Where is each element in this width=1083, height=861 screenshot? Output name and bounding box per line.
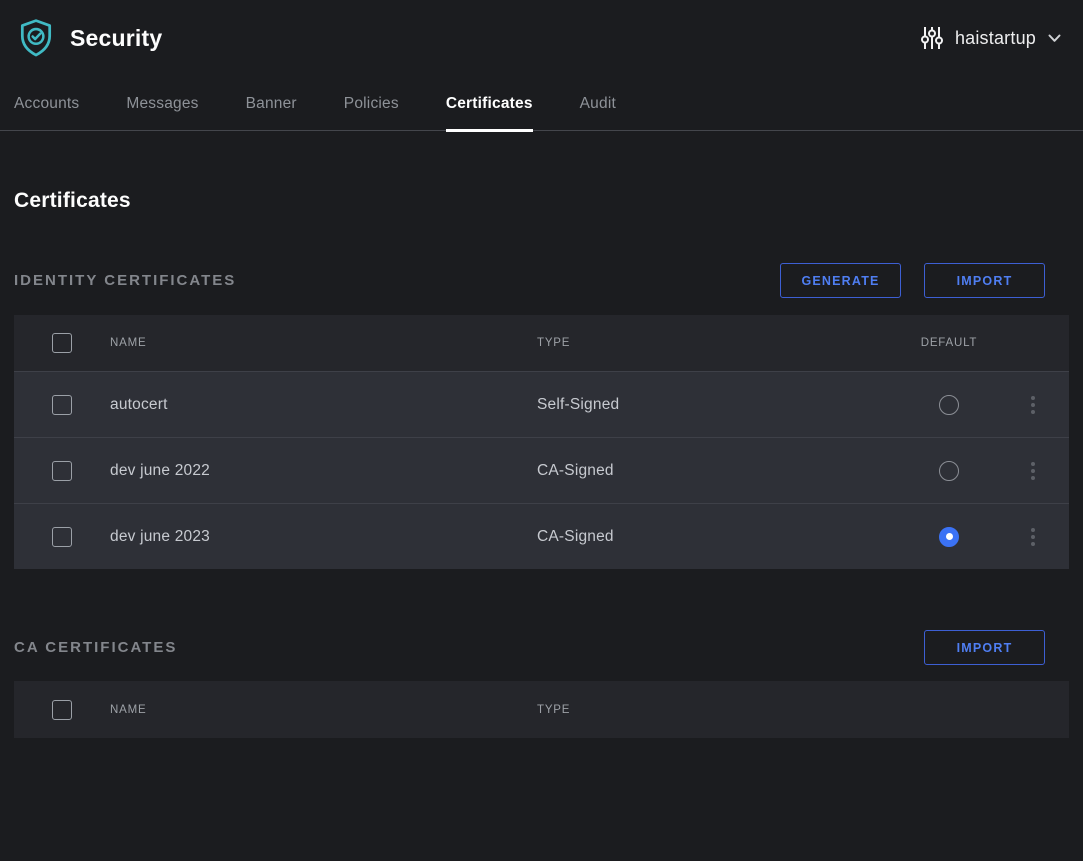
row-checkbox[interactable] xyxy=(52,527,72,547)
cert-type: CA-Signed xyxy=(523,528,901,546)
table-row-dev-june-2023: dev june 2023 CA-Signed xyxy=(14,503,1069,569)
default-radio[interactable] xyxy=(939,395,959,415)
tab-policies[interactable]: Policies xyxy=(344,95,399,130)
cert-type: CA-Signed xyxy=(523,462,901,480)
column-header-default: DEFAULT xyxy=(901,337,997,349)
cert-name: dev june 2022 xyxy=(96,462,523,480)
ca-certificates-table: NAME TYPE xyxy=(14,681,1069,738)
org-switcher[interactable]: haistartup xyxy=(921,25,1065,51)
certificates-page: Certificates IDENTITY CERTIFICATES GENER… xyxy=(0,189,1083,738)
generate-button[interactable]: GENERATE xyxy=(780,263,901,298)
app-header: Security haistartup xyxy=(0,0,1083,60)
tab-messages[interactable]: Messages xyxy=(126,95,198,130)
identity-certificates-table: NAME TYPE DEFAULT autocert Self-Signed d… xyxy=(14,315,1069,569)
ca-certificates-title: CA CERTIFICATES xyxy=(14,639,177,656)
shield-check-icon xyxy=(18,18,54,58)
table-row-dev-june-2022: dev june 2022 CA-Signed xyxy=(14,437,1069,503)
column-header-type: TYPE xyxy=(523,704,1069,716)
table-header-row: NAME TYPE xyxy=(14,681,1069,738)
tab-audit[interactable]: Audit xyxy=(580,95,616,130)
page-title: Certificates xyxy=(14,189,1069,213)
ca-certificates-section: CA CERTIFICATES IMPORT NAME TYPE xyxy=(14,630,1069,738)
org-name: haistartup xyxy=(955,28,1036,49)
column-header-name: NAME xyxy=(96,337,523,349)
cert-name: dev june 2023 xyxy=(96,528,523,546)
app-branding: Security xyxy=(18,18,162,58)
sliders-icon xyxy=(921,25,943,51)
default-radio[interactable] xyxy=(939,461,959,481)
tab-banner[interactable]: Banner xyxy=(246,95,297,130)
import-ca-button[interactable]: IMPORT xyxy=(924,630,1045,665)
column-header-type: TYPE xyxy=(523,337,901,349)
kebab-menu-icon[interactable] xyxy=(997,396,1069,414)
column-header-name: NAME xyxy=(96,704,523,716)
kebab-menu-icon[interactable] xyxy=(997,462,1069,480)
select-all-checkbox[interactable] xyxy=(52,333,72,353)
identity-certificates-title: IDENTITY CERTIFICATES xyxy=(14,272,236,289)
table-row-autocert: autocert Self-Signed xyxy=(14,371,1069,437)
app-title: Security xyxy=(70,25,162,52)
import-identity-button[interactable]: IMPORT xyxy=(924,263,1045,298)
cert-type: Self-Signed xyxy=(523,396,901,414)
kebab-menu-icon[interactable] xyxy=(997,528,1069,546)
identity-certificates-section: IDENTITY CERTIFICATES GENERATE IMPORT NA… xyxy=(14,263,1069,569)
table-header-row: NAME TYPE DEFAULT xyxy=(14,315,1069,371)
default-radio[interactable] xyxy=(939,527,959,547)
row-checkbox[interactable] xyxy=(52,461,72,481)
row-checkbox[interactable] xyxy=(52,395,72,415)
tab-certificates[interactable]: Certificates xyxy=(446,95,533,130)
tab-bar: Accounts Messages Banner Policies Certif… xyxy=(0,60,1083,131)
cert-name: autocert xyxy=(96,396,523,414)
select-all-checkbox[interactable] xyxy=(52,700,72,720)
chevron-down-icon xyxy=(1048,34,1061,43)
tab-accounts[interactable]: Accounts xyxy=(14,95,79,130)
